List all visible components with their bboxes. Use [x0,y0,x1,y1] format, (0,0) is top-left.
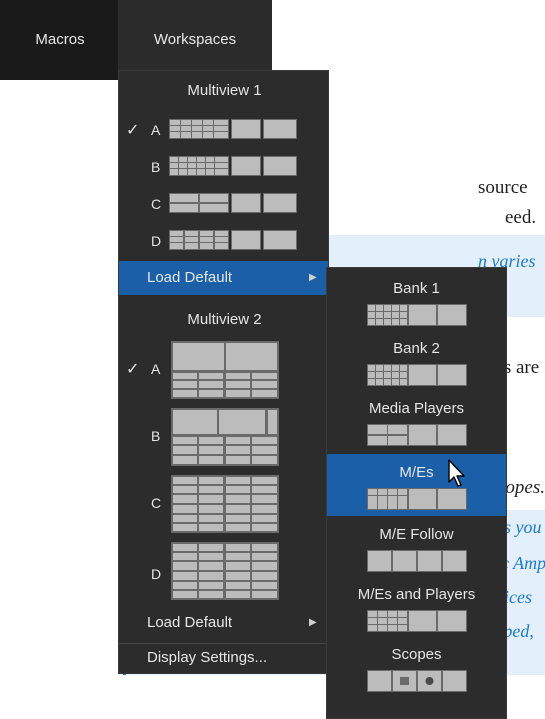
submenu-label: M/E Follow [379,526,454,543]
me-follow-layout-icon [367,550,467,572]
submenu-mes[interactable]: M/Es [327,454,506,516]
multiview1-layout-c[interactable]: C [119,187,330,221]
multiview2-layout-a[interactable]: ✓ A [119,339,330,403]
layout-a-icon [171,341,279,399]
load-default-submenu: Bank 1 Bank 2 Media Players M/Es M/E Fol… [326,267,507,719]
layout-d-icon [169,230,297,250]
checkmark-icon: ✓ [126,361,140,378]
layout-c-icon [171,475,279,533]
workspaces-dropdown: Multiview 1 ✓ A B C D Load Default ▶ Mul… [118,70,329,674]
submenu-scopes[interactable]: Scopes [327,640,506,696]
submenu-me-follow[interactable]: M/E Follow [327,520,506,576]
layout-letter: D [151,233,162,249]
submenu-label: Scopes [391,646,442,663]
display-settings-label: Display Settings... [147,649,268,666]
scopes-layout-icon [367,670,467,692]
mes-layout-icon [367,488,467,510]
layout-d-icon [171,542,279,600]
load-default-label: Load Default [147,614,233,631]
multiview2-load-default[interactable]: Load Default ▶ [119,606,328,640]
layout-letter: C [151,196,162,212]
doc-text-line: source [478,177,528,198]
submenu-label: M/Es and Players [357,586,476,603]
submenu-label: Media Players [368,400,465,417]
submenu-label: Bank 2 [393,340,440,357]
menu-workspaces[interactable]: Workspaces [118,0,272,80]
layout-letter: A [151,361,161,377]
layout-letter: B [151,428,161,444]
load-default-label: Load Default [147,269,233,286]
submenu-mes-and-players[interactable]: M/Es and Players [327,580,506,636]
layout-letter: C [151,495,162,511]
layout-letter: D [151,566,162,582]
multiview1-layout-b[interactable]: B [119,150,330,184]
submenu-arrow-icon: ▶ [309,617,317,628]
multiview1-layout-d[interactable]: D [119,224,330,258]
submenu-arrow-icon: ▶ [309,272,317,283]
layout-b-icon [169,156,297,176]
media-players-layout-icon [367,424,467,446]
submenu-bank-2[interactable]: Bank 2 [327,334,506,390]
multiview2-title: Multiview 2 [187,311,262,328]
multiview1-layout-a[interactable]: ✓ A [119,113,330,147]
layout-a-icon [169,119,297,139]
layout-letter: B [151,159,161,175]
multiview2-layout-d[interactable]: D [119,540,330,604]
display-settings-item[interactable]: Display Settings... [119,641,328,675]
doc-text-line: eed. [505,207,537,228]
layout-letter: A [151,122,161,138]
layout-c-icon [169,193,297,213]
menubar: Macros Workspaces [0,0,272,80]
bank-1-layout-icon [367,304,467,326]
checkmark-icon: ✓ [126,122,140,139]
mes-and-players-layout-icon [367,610,467,632]
submenu-bank-1[interactable]: Bank 1 [327,274,506,330]
multiview2-layout-b[interactable]: B [119,406,330,470]
submenu-media-players[interactable]: Media Players [327,394,506,450]
bank-2-layout-icon [367,364,467,386]
submenu-label: Bank 1 [393,280,440,297]
multiview2-layout-c[interactable]: C [119,473,330,537]
layout-b-icon [171,408,279,466]
mouse-pointer-icon [448,459,465,487]
submenu-label: M/Es [399,464,434,481]
multiview1-title: Multiview 1 [187,82,262,99]
multiview1-load-default[interactable]: Load Default ▶ [119,261,328,295]
menu-macros[interactable]: Macros [18,0,102,80]
